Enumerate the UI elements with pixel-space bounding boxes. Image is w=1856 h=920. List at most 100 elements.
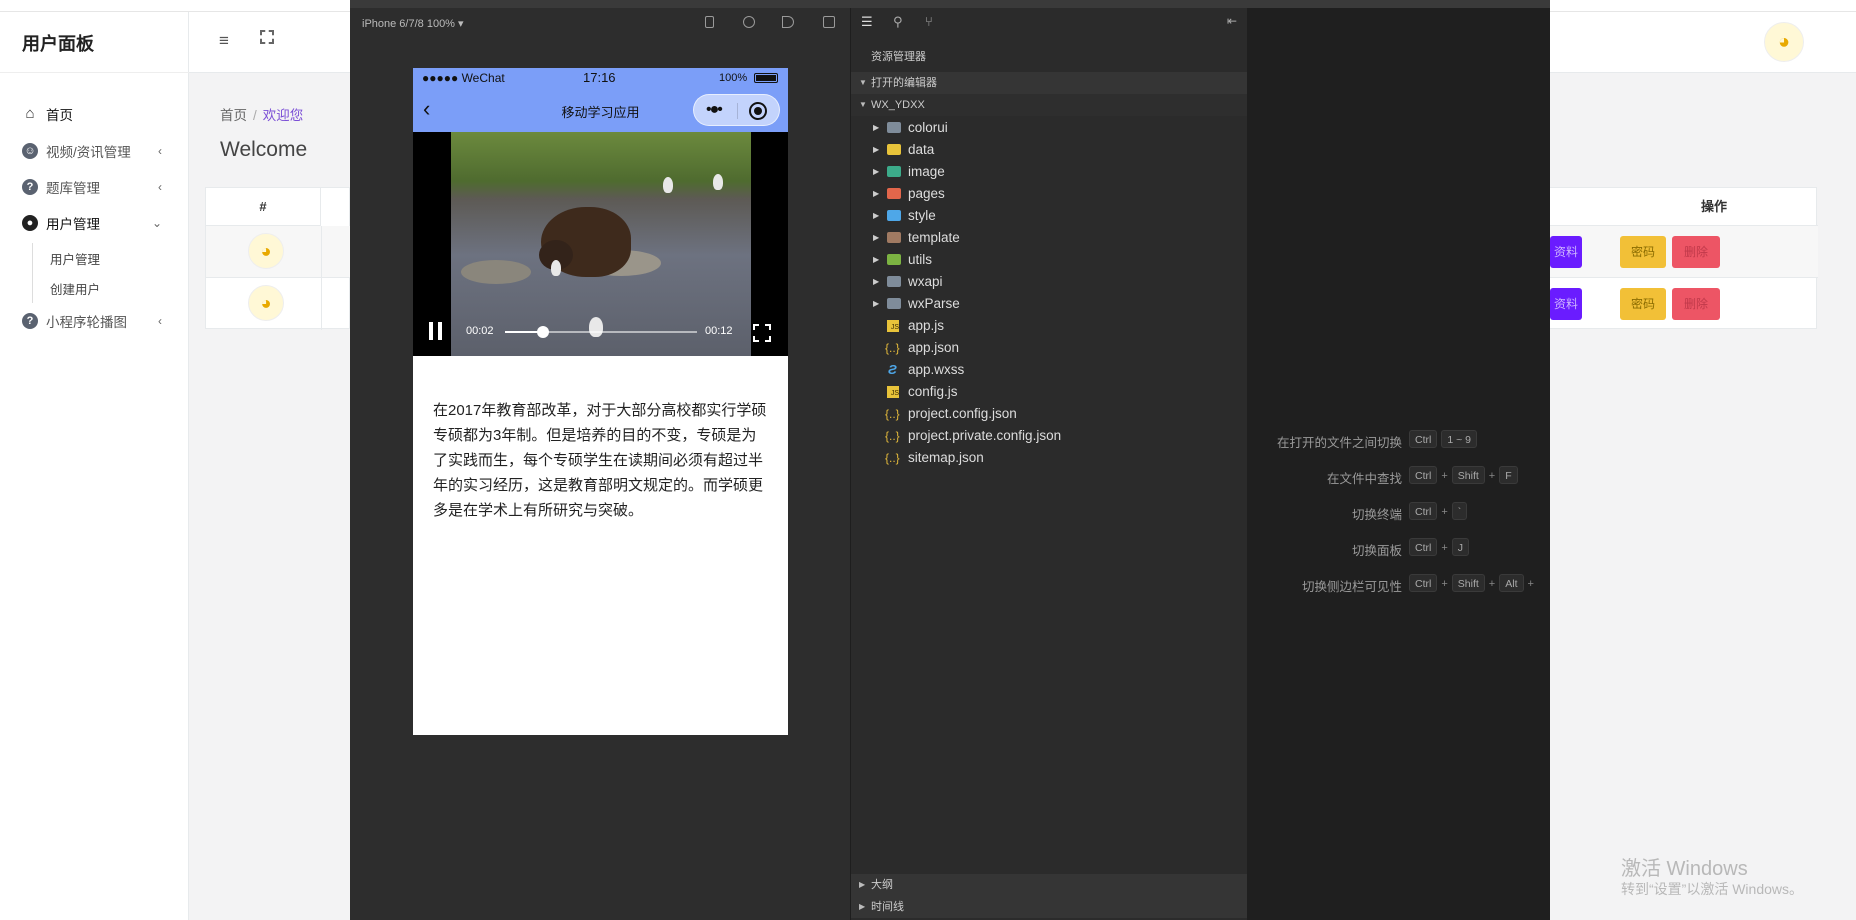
divider [737,103,738,119]
nav-item-home[interactable]: ⌂ 首页 [22,104,162,124]
avatar: ◕ [248,285,284,321]
nav-item-question-bank[interactable]: ? 题库管理 ‹ [22,177,162,197]
fullscreen-icon[interactable] [753,324,771,342]
file-label: wxapi [908,274,943,289]
caret-right-icon: ▶ [873,189,880,198]
edit-profile-button[interactable]: 资料 [1550,236,1582,268]
folder-item-wxparse[interactable]: ▶ wxParse [851,293,1247,315]
wechat-devtools-window: iPhone 6/7/8 100% ▾ ●●●●● WeChat 17:16 1… [350,0,1550,920]
collapse-panel-icon[interactable]: ⇤ [1227,14,1237,28]
password-button[interactable]: 密码 [1620,236,1666,268]
section-label: 时间线 [871,901,904,913]
folder-item-style[interactable]: ▶ style [851,205,1247,227]
breadcrumb-home[interactable]: 首页 [220,108,247,123]
delete-button[interactable]: 删除 [1672,236,1720,268]
battery-icon [754,73,778,83]
avatar[interactable]: ◕ [1764,22,1804,62]
shortcut-keys: Ctrl + Shift + F [1409,466,1522,484]
search-icon[interactable]: ⚲ [893,14,903,30]
breadcrumb-separator: / [253,108,257,123]
section-label: 大纲 [871,879,893,891]
user-icon: ● [22,215,38,231]
simulator-toolbar: iPhone 6/7/8 100% ▾ [350,8,850,38]
phone-icon[interactable] [705,16,714,28]
shortcut-row: 切换终端 Ctrl + ` [1247,502,1550,522]
folder-item-pages[interactable]: ▶ pages [851,183,1247,205]
close-capsule-icon[interactable] [749,102,767,120]
explorer-toolbar: ☰ ⚲ ⑂ ⇤ [851,8,1247,38]
volume-icon[interactable] [782,16,794,28]
file-label: sitemap.json [908,450,984,465]
subnav-create-user[interactable]: 创建用户 [50,279,100,298]
nav-label: 首页 [46,108,73,123]
table-row: 资料 密码 删除 [1550,278,1818,330]
folder-item-template[interactable]: ▶ template [851,227,1247,249]
delete-button[interactable]: 删除 [1672,288,1720,320]
keycap: Shift [1451,466,1485,484]
nav-item-carousel[interactable]: ? 小程序轮播图 ‹ [22,311,162,331]
file-item[interactable]: JS config.js [851,381,1247,403]
more-icon[interactable]: •●• [706,101,723,119]
seagull-shape [713,174,723,190]
question-icon: ? [22,313,38,329]
file-explorer: ☰ ⚲ ⑂ ⇤ 资源管理器 ▼ 打开的编辑器 ▼ WX_YDXX ▶ coloru… [851,8,1247,920]
file-label: template [908,230,960,245]
record-icon[interactable] [743,16,755,28]
nav-item-video-news[interactable]: ☺ 视频/资讯管理 ‹ [22,141,162,161]
keycap: Alt [1499,574,1524,592]
nav-item-user-management[interactable]: ● 用户管理 ⌄ [22,213,162,233]
nav-label: 视频/资讯管理 [46,145,131,160]
shortcut-row: 切换面板 Ctrl + J [1247,538,1550,558]
rock-shape [461,260,531,284]
status-bar: ●●●●● WeChat 17:16 100% [413,68,788,88]
outline-section[interactable]: ▶ 大纲 [851,874,1247,896]
subnav-user-management[interactable]: 用户管理 [50,249,100,268]
explorer-title: 资源管理器 [871,51,926,63]
open-editors-section[interactable]: ▼ 打开的编辑器 [851,72,1247,94]
file-item[interactable]: Ƨapp.wxss [851,359,1247,381]
section-label: 打开的编辑器 [871,77,937,89]
shortcut-label: 在文件中查找 [1326,472,1402,486]
shortcut-keys: Ctrl + ` [1409,502,1471,520]
folder-item-colorui[interactable]: ▶ colorui [851,117,1247,139]
caret-down-icon: ▼ [859,100,867,109]
file-item[interactable]: {..} project.private.config.json [851,425,1247,447]
file-label: pages [908,186,945,201]
password-button[interactable]: 密码 [1620,288,1666,320]
source-control-icon[interactable]: ⑂ [925,14,933,29]
keycap: Ctrl [1409,502,1438,520]
chevron-down-icon: ⌄ [151,216,162,230]
file-item[interactable]: {..} app.json [851,337,1247,359]
folder-item-wxapi[interactable]: ▶ wxapi [851,271,1247,293]
file-item[interactable]: JS app.js [851,315,1247,337]
window-icon[interactable] [823,16,835,28]
file-label: app.json [908,340,960,355]
json-file-icon: {..} [885,341,900,355]
json-file-icon: {..} [885,451,900,465]
video-player[interactable]: 00:02 00:12 [413,132,788,356]
timeline-section[interactable]: ▶ 时间线 [851,896,1247,918]
folder-item-utils[interactable]: ▶ utils [851,249,1247,271]
project-section[interactable]: ▼ WX_YDXX [851,94,1247,116]
file-item[interactable]: {..} sitemap.json [851,447,1247,469]
fullscreen-icon[interactable] [260,30,274,44]
file-item[interactable]: {..} project.config.json [851,403,1247,425]
video-progress-slider[interactable] [505,326,697,338]
file-label: image [908,164,945,179]
menu-toggle-icon[interactable]: ≡ [219,31,229,51]
clock-label: 17:16 [583,70,616,85]
pause-icon[interactable] [429,322,443,340]
device-selector[interactable]: iPhone 6/7/8 100% ▾ [362,17,464,30]
user-table-left: # ◕ ◕ [205,187,351,330]
shortcut-keys: Ctrl + Shift + Alt + [1409,574,1538,592]
folder-item-data[interactable]: ▶ data [851,139,1247,161]
divider [0,72,189,73]
list-icon[interactable]: ☰ [861,14,873,30]
column-header-hash: # [206,188,321,226]
edit-profile-button[interactable]: 资料 [1550,288,1582,320]
divider [321,226,322,330]
folder-item-image[interactable]: ▶ image [851,161,1247,183]
keycap: Ctrl [1409,538,1438,556]
keycap: Ctrl [1409,574,1438,592]
seagull-shape [551,260,561,276]
